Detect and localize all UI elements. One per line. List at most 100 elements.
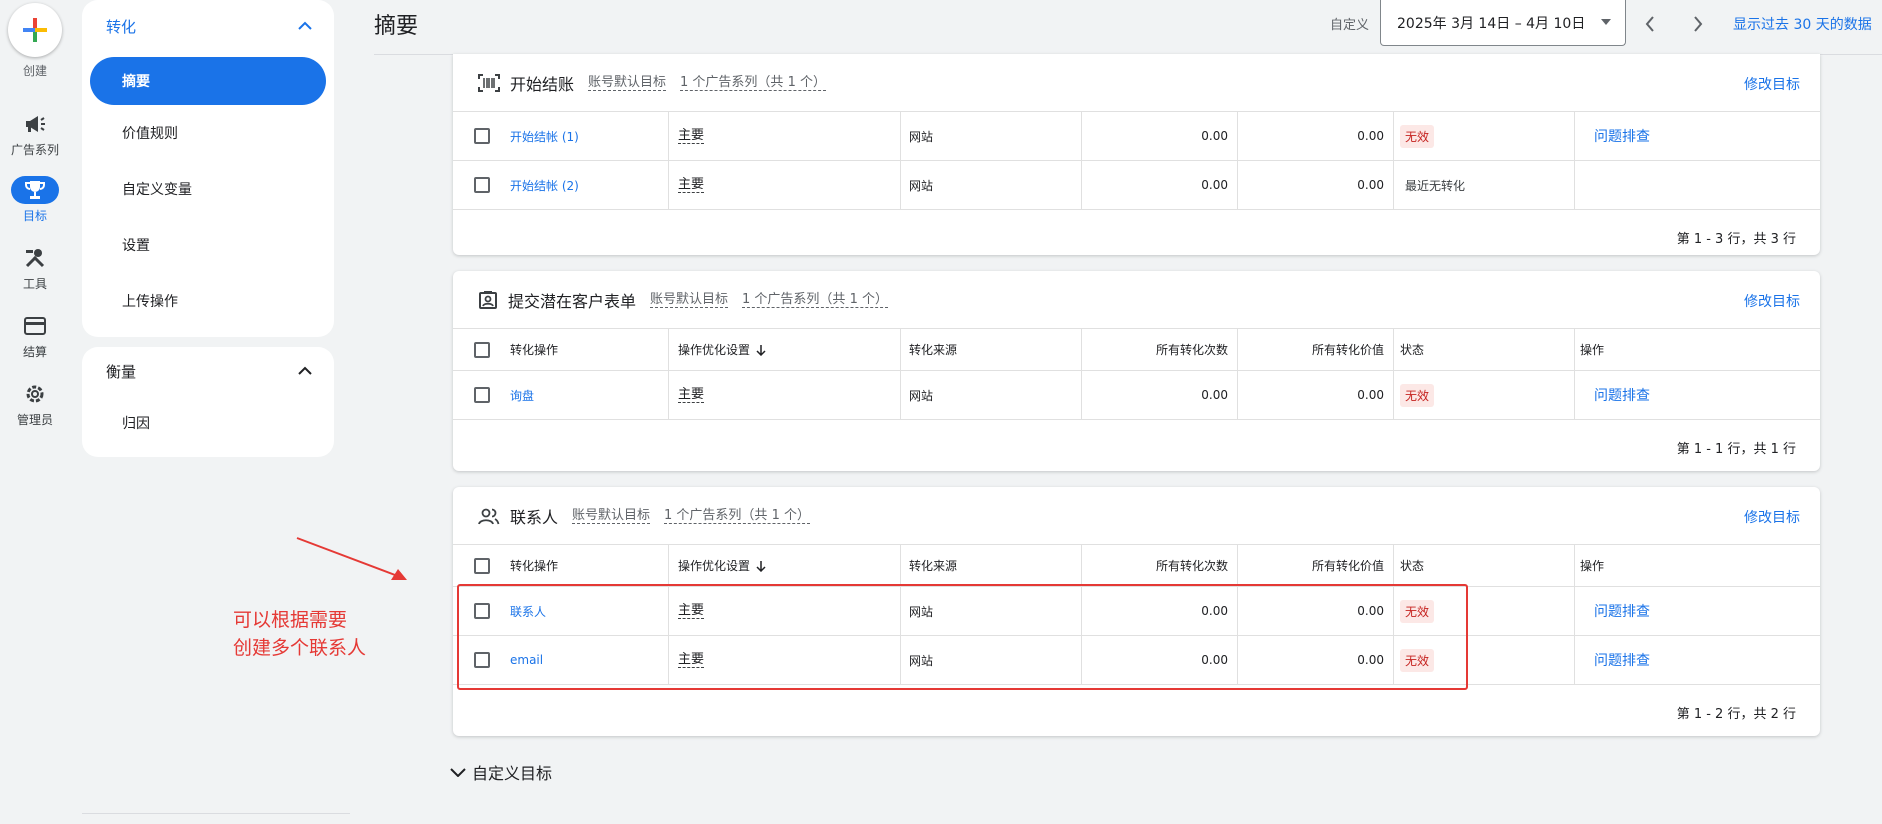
nav-item-attribution[interactable]: 归因 bbox=[82, 395, 334, 451]
rail-item-tools[interactable]: 工具 bbox=[0, 244, 70, 300]
column-header-optimization[interactable]: 操作优化设置 bbox=[678, 329, 766, 370]
arrow-down-icon bbox=[756, 344, 766, 356]
row-checkbox[interactable] bbox=[474, 128, 490, 144]
card-header: 提交潜在客户表单 账号默认目标 1 个广告系列（共 1 个） 修改目标 bbox=[453, 271, 1820, 329]
dropdown-arrow-icon bbox=[1601, 19, 1611, 25]
source-value: 网站 bbox=[909, 129, 934, 144]
troubleshoot-link[interactable]: 问题排查 bbox=[1594, 650, 1650, 670]
table-pagination: 第 1 - 1 行，共 1 行 bbox=[453, 420, 1820, 471]
conversion-action-link[interactable]: 开始结帐 (1) bbox=[510, 128, 579, 145]
contact-form-icon bbox=[479, 290, 497, 309]
edit-goal-button[interactable]: 修改目标 bbox=[1744, 74, 1800, 94]
edit-goal-button[interactable]: 修改目标 bbox=[1744, 291, 1800, 311]
select-all-checkbox[interactable] bbox=[474, 557, 490, 574]
column-header-status[interactable]: 状态 bbox=[1400, 545, 1424, 586]
nav-section-header[interactable]: 衡量 bbox=[82, 347, 334, 395]
rail-item-campaigns[interactable]: 广告系列 bbox=[0, 110, 70, 166]
card-campaign-count[interactable]: 1 个广告系列（共 1 个） bbox=[664, 508, 810, 524]
nav-section-title: 转化 bbox=[106, 17, 137, 36]
nav-item-custom-variables[interactable]: 自定义变量 bbox=[82, 161, 334, 217]
date-range-value: 2025年 3月 14日 – 4月 10日 bbox=[1397, 15, 1586, 32]
column-header-action[interactable]: 转化操作 bbox=[510, 329, 558, 370]
custom-goals-toggle[interactable]: 自定义目标 bbox=[450, 760, 552, 784]
select-all-checkbox[interactable] bbox=[474, 341, 490, 358]
nav-section-title: 衡量 bbox=[106, 362, 137, 381]
value-value: 0.00 bbox=[1357, 178, 1384, 192]
goal-card-submit-lead-form: 提交潜在客户表单 账号默认目标 1 个广告系列（共 1 个） 修改目标 转化操作… bbox=[453, 271, 1820, 471]
column-header-source[interactable]: 转化来源 bbox=[909, 545, 957, 586]
column-header-action[interactable]: 转化操作 bbox=[510, 545, 558, 586]
optimization-value[interactable]: 主要 bbox=[678, 177, 705, 193]
pagination-text: 第 1 - 1 行，共 1 行 bbox=[1676, 442, 1796, 457]
column-header-label: 操作优化设置 bbox=[678, 559, 751, 573]
annotation-line: 创建多个联系人 bbox=[233, 637, 367, 659]
count-value: 0.00 bbox=[1201, 178, 1228, 192]
nav-section-header[interactable]: 转化 bbox=[82, 0, 334, 52]
nav-item-summary[interactable]: 摘要 bbox=[90, 57, 326, 105]
goal-card-begin-checkout: 开始结账 账号默认目标 1 个广告系列（共 1 个） 修改目标 开始结帐 (1)… bbox=[453, 54, 1820, 255]
nav-item-settings[interactable]: 设置 bbox=[82, 217, 334, 273]
row-checkbox[interactable] bbox=[474, 177, 490, 193]
column-header-status[interactable]: 状态 bbox=[1400, 329, 1424, 370]
show-last-30-days-link[interactable]: 显示过去 30 天的数据 bbox=[1733, 14, 1872, 34]
optimization-value[interactable]: 主要 bbox=[678, 128, 705, 144]
nav-section-measurement: 衡量 归因 bbox=[82, 347, 334, 457]
count-value: 0.00 bbox=[1201, 388, 1228, 402]
column-header-value[interactable]: 所有转化价值 bbox=[1237, 329, 1384, 370]
troubleshoot-link[interactable]: 问题排查 bbox=[1594, 385, 1650, 405]
source-value: 网站 bbox=[909, 388, 934, 403]
table-pagination: 第 1 - 3 行，共 3 行 bbox=[453, 210, 1820, 255]
column-header-optimization[interactable]: 操作优化设置 bbox=[678, 545, 766, 586]
table-row: 开始结帐 (1) 主要 网站 0.00 0.00 无效 问题排查 bbox=[453, 112, 1820, 161]
column-header-source[interactable]: 转化来源 bbox=[909, 329, 957, 370]
optimization-value[interactable]: 主要 bbox=[678, 387, 705, 403]
status-badge: 无效 bbox=[1400, 124, 1435, 148]
value-value: 0.00 bbox=[1357, 388, 1384, 402]
column-header-label: 操作优化设置 bbox=[678, 343, 751, 357]
troubleshoot-link[interactable]: 问题排查 bbox=[1594, 601, 1650, 621]
nav-section-conversions: 转化 摘要 价值规则 自定义变量 设置 上传操作 bbox=[82, 0, 334, 337]
table-row: 询盘 主要 网站 0.00 0.00 无效 问题排查 bbox=[453, 371, 1820, 420]
pagination-text: 第 1 - 3 行，共 3 行 bbox=[1676, 232, 1796, 247]
card-campaign-count[interactable]: 1 个广告系列（共 1 个） bbox=[742, 292, 888, 308]
source-value: 网站 bbox=[909, 178, 934, 193]
rail-item-goals[interactable]: 目标 bbox=[0, 176, 70, 232]
chevron-left-icon bbox=[1645, 16, 1654, 32]
column-header-ops: 操作 bbox=[1580, 343, 1605, 357]
create-label: 创建 bbox=[22, 64, 47, 78]
left-rail: 创建 广告系列 目标 工具 结算 管理员 bbox=[0, 0, 70, 824]
pagination-text: 第 1 - 2 行，共 2 行 bbox=[1676, 707, 1796, 722]
column-header-value[interactable]: 所有转化价值 bbox=[1237, 545, 1384, 586]
trophy-icon bbox=[25, 181, 45, 199]
tools-icon bbox=[25, 249, 45, 268]
create-button[interactable] bbox=[8, 3, 62, 57]
edit-goal-button[interactable]: 修改目标 bbox=[1744, 507, 1800, 527]
rail-item-admin[interactable]: 管理员 bbox=[0, 380, 70, 436]
nav-item-upload[interactable]: 上传操作 bbox=[82, 273, 334, 329]
megaphone-icon bbox=[26, 116, 45, 132]
rail-item-billing[interactable]: 结算 bbox=[0, 312, 70, 368]
prev-period-button[interactable] bbox=[1638, 12, 1662, 36]
rail-item-label: 工具 bbox=[22, 277, 47, 291]
chevron-down-icon bbox=[450, 768, 466, 777]
column-header-count[interactable]: 所有转化次数 bbox=[1081, 329, 1228, 370]
table-row: 开始结帐 (2) 主要 网站 0.00 0.00 最近无转化 bbox=[453, 161, 1820, 210]
status-badge: 最近无转化 bbox=[1405, 178, 1466, 193]
card-default-goal[interactable]: 账号默认目标 bbox=[588, 75, 667, 91]
plus-icon bbox=[23, 18, 47, 42]
conversion-action-link[interactable]: 询盘 bbox=[510, 387, 534, 404]
card-campaign-count[interactable]: 1 个广告系列（共 1 个） bbox=[680, 75, 826, 91]
troubleshoot-link[interactable]: 问题排查 bbox=[1594, 126, 1650, 146]
column-header-count[interactable]: 所有转化次数 bbox=[1081, 545, 1228, 586]
card-default-goal[interactable]: 账号默认目标 bbox=[572, 508, 651, 524]
custom-goals-label: 自定义目标 bbox=[472, 764, 553, 783]
nav-item-value-rules[interactable]: 价值规则 bbox=[82, 105, 334, 161]
rail-item-label: 目标 bbox=[22, 209, 47, 223]
row-checkbox[interactable] bbox=[474, 387, 490, 403]
rail-item-label: 管理员 bbox=[16, 413, 53, 427]
date-range-select[interactable]: 2025年 3月 14日 – 4月 10日 bbox=[1380, 0, 1626, 46]
conversion-action-link[interactable]: 开始结帐 (2) bbox=[510, 177, 579, 194]
card-default-goal[interactable]: 账号默认目标 bbox=[650, 292, 729, 308]
next-period-button[interactable] bbox=[1686, 12, 1710, 36]
card-header: 联系人 账号默认目标 1 个广告系列（共 1 个） 修改目标 bbox=[453, 487, 1820, 545]
